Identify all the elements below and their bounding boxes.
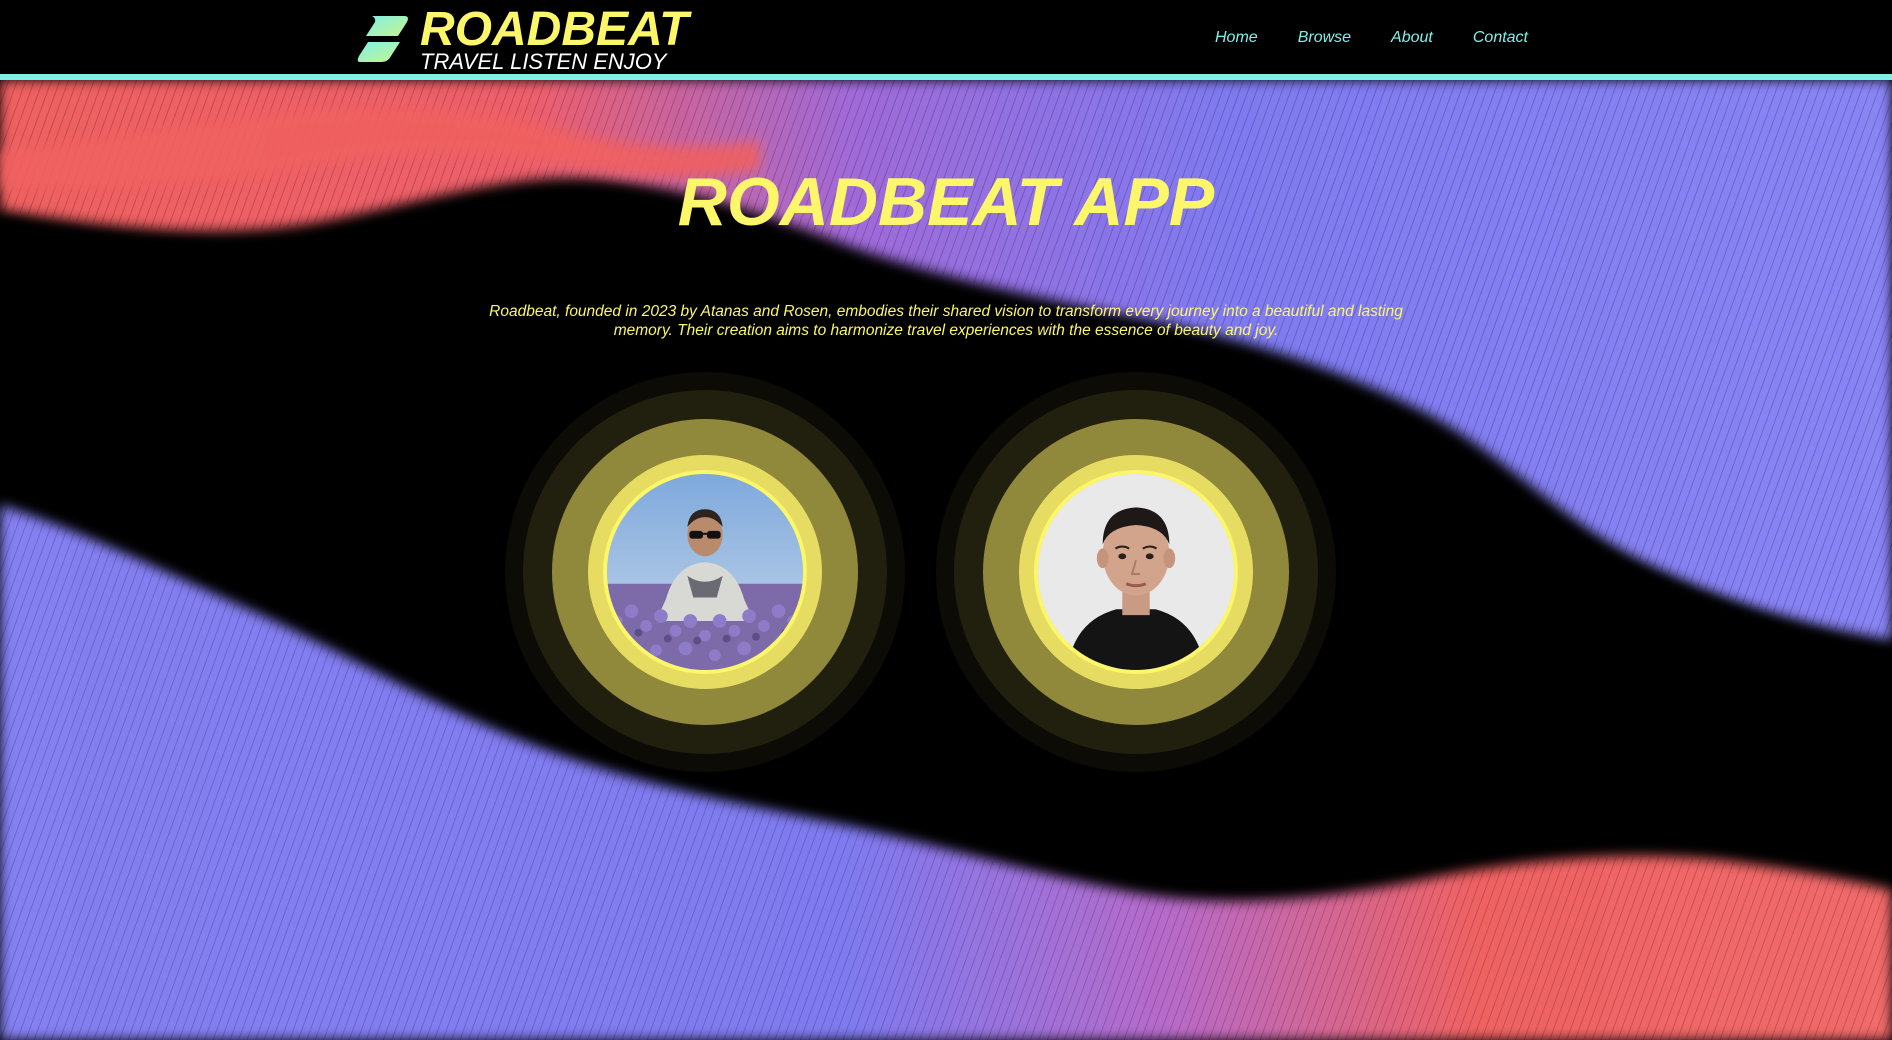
header-divider xyxy=(0,74,1892,80)
logo-tagline: TRAVEL LISTEN ENJOY xyxy=(420,49,667,74)
nav-about[interactable]: About xyxy=(1391,28,1433,48)
nav-contact[interactable]: Contact xyxy=(1473,28,1528,48)
founder-card-1 xyxy=(505,372,905,772)
founder-photo-portrait xyxy=(1034,470,1238,674)
roadbeat-logo-icon xyxy=(357,16,408,62)
founder-photo-lavender-field xyxy=(603,470,807,674)
page-title: ROADBEAT APP xyxy=(677,164,1215,240)
site-header: ROADBEAT TRAVEL LISTEN ENJOY Home Browse… xyxy=(0,0,1892,74)
about-description: Roadbeat, founded in 2023 by Atanas and … xyxy=(489,303,1403,339)
page: ROADBEAT TRAVEL LISTEN ENJOY Home Browse… xyxy=(0,0,1892,1040)
nav-home[interactable]: Home xyxy=(1215,28,1258,48)
logo[interactable]: ROADBEAT TRAVEL LISTEN ENJOY xyxy=(354,4,714,74)
main-nav: Home Browse About Contact xyxy=(1215,28,1528,48)
founder-card-2 xyxy=(936,372,1336,772)
nav-browse[interactable]: Browse xyxy=(1298,28,1351,48)
